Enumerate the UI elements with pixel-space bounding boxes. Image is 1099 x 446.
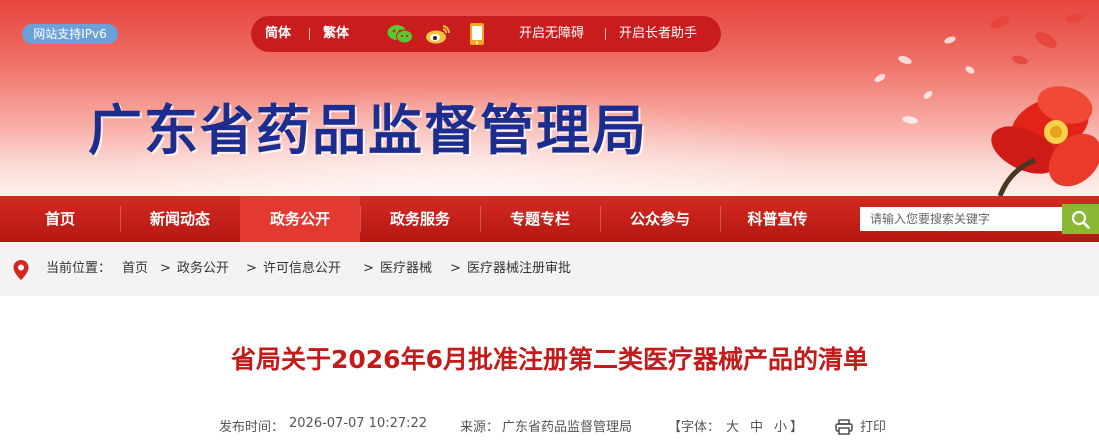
nav-item-gov-services[interactable]: 政务服务	[360, 196, 480, 242]
toolbar-divider	[605, 28, 606, 40]
breadcrumb-label: 当前位置：	[46, 261, 112, 276]
location-pin-icon	[13, 260, 29, 280]
weibo-icon[interactable]	[425, 24, 451, 44]
mobile-icon[interactable]	[469, 22, 485, 46]
breadcrumb-item-license-info[interactable]: 许可信息公开	[263, 242, 341, 296]
top-toolbar: 简体 繁体 开启无障碍 开启长者助手	[251, 16, 721, 52]
search-icon	[1071, 210, 1090, 229]
kapok-flower-illustration	[874, 13, 1099, 196]
source-value: 广东省药品监督管理局	[502, 420, 633, 435]
font-size-medium-button[interactable]: 中	[750, 416, 763, 435]
nav-item-public-participation[interactable]: 公众参与	[600, 196, 720, 242]
lang-traditional-link[interactable]: 繁体	[323, 16, 349, 52]
ipv6-badge: 网站支持IPv6	[22, 24, 118, 44]
breadcrumb-separator: >	[363, 261, 374, 276]
breadcrumb-separator: >	[246, 261, 257, 276]
font-size-small-button[interactable]: 小	[774, 416, 787, 435]
publish-time: 2026-07-07 10:27:22	[289, 416, 428, 431]
breadcrumb-separator: >	[160, 261, 171, 276]
toolbar-divider	[309, 28, 310, 40]
nav-item-special-topics[interactable]: 专题专栏	[480, 196, 600, 242]
nav-item-home[interactable]: 首页	[0, 196, 120, 242]
search-button[interactable]	[1062, 204, 1099, 234]
site-title: 广东省药品监督管理局	[88, 98, 648, 162]
breadcrumb: 当前位置： 首页 > 政务公开 > 许可信息公开 > 医疗器械 > 医疗器械注册…	[0, 242, 1099, 296]
nav-item-gov-affairs[interactable]: 政务公开	[240, 196, 360, 242]
elderly-mode-link[interactable]: 开启长者助手	[619, 16, 697, 52]
font-size-bracket: 】	[790, 420, 804, 435]
breadcrumb-item-medical-devices[interactable]: 医疗器械	[380, 242, 432, 296]
accessibility-link[interactable]: 开启无障碍	[519, 16, 584, 52]
breadcrumb-item-gov-affairs[interactable]: 政务公开	[177, 242, 229, 296]
breadcrumb-item-home[interactable]: 首页	[122, 242, 148, 296]
nav-item-news[interactable]: 新闻动态	[120, 196, 240, 242]
search-input[interactable]	[860, 207, 1062, 231]
article-title: 省局关于2026年6月批准注册第二类医疗器械产品的清单	[231, 345, 868, 374]
lang-simplified-link[interactable]: 简体	[265, 16, 291, 52]
breadcrumb-item-device-registration[interactable]: 医疗器械注册审批	[467, 242, 571, 296]
publish-time-label: 发布时间：	[219, 420, 285, 435]
printer-icon[interactable]	[835, 419, 853, 435]
font-size-large-button[interactable]: 大	[726, 416, 739, 435]
breadcrumb-separator: >	[450, 261, 461, 276]
font-size-label: 【字体：	[668, 420, 721, 435]
main-nav: 首页 新闻动态 政务公开 政务服务 专题专栏 公众参与 科普宣传	[0, 196, 1099, 242]
wechat-icon[interactable]	[387, 24, 413, 44]
nav-item-science[interactable]: 科普宣传	[720, 196, 835, 242]
print-button[interactable]: 打印	[860, 416, 886, 435]
source-label: 来源：	[460, 420, 500, 435]
header-banner: 网站支持IPv6 简体 繁体 开启无障碍 开启长者助手 广东省药品监督管理局	[0, 0, 1099, 196]
